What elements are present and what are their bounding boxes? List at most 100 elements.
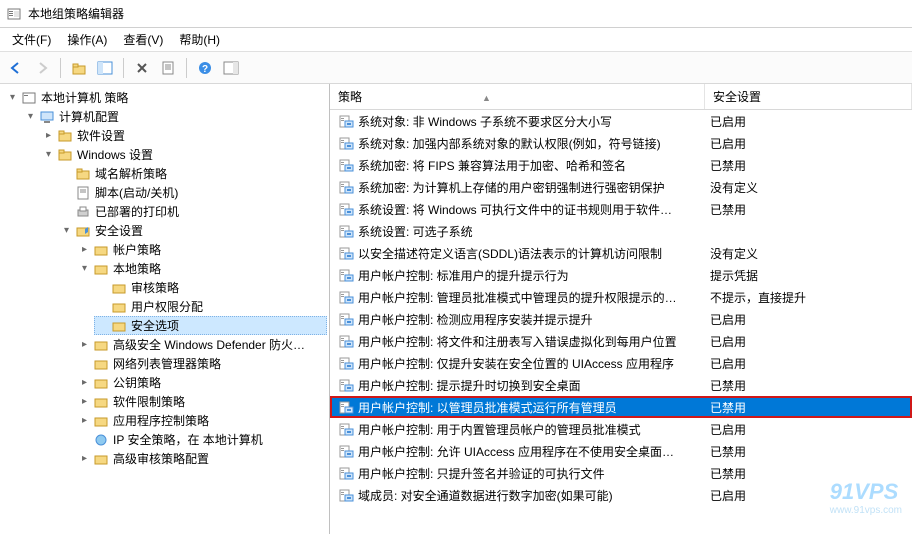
policy-name: 系统加密: 将 FIPS 兼容算法用于加密、哈希和签名 <box>358 157 710 174</box>
tree-windows-settings[interactable]: ▾ Windows 设置 <box>40 145 327 164</box>
menu-action[interactable]: 操作(A) <box>59 29 115 50</box>
menu-bar: 文件(F) 操作(A) 查看(V) 帮助(H) <box>0 28 912 52</box>
column-header-policy[interactable]: 策略▲ <box>330 84 705 109</box>
expand-icon[interactable]: ▾ <box>42 148 55 161</box>
list-row[interactable]: 用户帐户控制: 将文件和注册表写入错误虚拟化到每用户位置已启用 <box>330 330 912 352</box>
svg-text:?: ? <box>202 64 208 75</box>
expand-icon[interactable]: ▾ <box>78 262 91 275</box>
expand-icon[interactable]: ▸ <box>78 414 91 427</box>
expand-icon[interactable]: ▾ <box>6 91 19 104</box>
show-hide-action-pane-button[interactable] <box>219 56 243 80</box>
expand-icon[interactable]: ▾ <box>24 110 37 123</box>
computer-icon <box>39 109 55 125</box>
tree-security-settings[interactable]: ▾安全设置 <box>58 221 327 240</box>
tree-user-rights[interactable]: 用户权限分配 <box>94 297 327 316</box>
expand-icon[interactable]: ▸ <box>78 338 91 351</box>
policy-item-icon <box>338 377 354 393</box>
menu-view[interactable]: 查看(V) <box>115 29 171 50</box>
policy-item-icon <box>338 421 354 437</box>
tree-ipsec[interactable]: IP 安全策略，在 本地计算机 <box>76 430 327 449</box>
list-row[interactable]: 系统对象: 加强内部系统对象的默认权限(例如，符号链接)已启用 <box>330 132 912 154</box>
policy-name: 系统对象: 非 Windows 子系统不要求区分大小写 <box>358 113 710 130</box>
list-row[interactable]: 用户帐户控制: 以管理员批准模式运行所有管理员已禁用 <box>330 396 912 418</box>
help-button[interactable]: ? <box>193 56 217 80</box>
tree-dns-policy[interactable]: 域名解析策略 <box>58 164 327 183</box>
policy-item-icon <box>338 333 354 349</box>
list-pane[interactable]: 策略▲ 安全设置 系统对象: 非 Windows 子系统不要求区分大小写已启用系… <box>330 84 912 534</box>
expand-icon[interactable]: ▸ <box>78 376 91 389</box>
list-row[interactable]: 系统加密: 为计算机上存储的用户密钥强制进行强密钥保护没有定义 <box>330 176 912 198</box>
tree-software-settings[interactable]: ▸ 软件设置 <box>40 126 327 145</box>
tree-local-policy[interactable]: ▾本地策略 <box>76 259 327 278</box>
list-row[interactable]: 系统加密: 将 FIPS 兼容算法用于加密、哈希和签名已禁用 <box>330 154 912 176</box>
policy-value: 已启用 <box>710 311 908 328</box>
policy-value: 已禁用 <box>710 465 908 482</box>
policy-value: 提示凭据 <box>710 267 908 284</box>
tree-root[interactable]: ▾ 本地计算机 策略 <box>4 88 327 107</box>
list-row[interactable]: 系统对象: 非 Windows 子系统不要求区分大小写已启用 <box>330 110 912 132</box>
tree-public-key[interactable]: ▸公钥策略 <box>76 373 327 392</box>
policy-name: 用户帐户控制: 管理员批准模式中管理员的提升权限提示的… <box>358 289 710 306</box>
app-icon <box>6 6 22 22</box>
list-row[interactable]: 用户帐户控制: 只提升签名并验证的可执行文件已禁用 <box>330 462 912 484</box>
policy-name: 系统设置: 将 Windows 可执行文件中的证书规则用于软件… <box>358 201 710 218</box>
list-row[interactable]: 用户帐户控制: 允许 UIAccess 应用程序在不使用安全桌面…已禁用 <box>330 440 912 462</box>
expand-icon[interactable]: ▸ <box>78 395 91 408</box>
policy-name: 系统加密: 为计算机上存储的用户密钥强制进行强密钥保护 <box>358 179 710 196</box>
policy-value: 已启用 <box>710 113 908 130</box>
expand-icon[interactable]: ▸ <box>78 452 91 465</box>
list-row[interactable]: 用户帐户控制: 提示提升时切换到安全桌面已禁用 <box>330 374 912 396</box>
tree-network-list[interactable]: 网络列表管理器策略 <box>76 354 327 373</box>
tree-security-options[interactable]: 安全选项 <box>94 316 327 335</box>
content-area: ▾ 本地计算机 策略 ▾ 计算机配置 ▸ 软件设置 <box>0 84 912 534</box>
tree-advanced-audit[interactable]: ▸ 高级审核策略配置 <box>76 449 327 468</box>
tree-scripts[interactable]: 脚本(启动/关机) <box>58 183 327 202</box>
properties-button[interactable] <box>156 56 180 80</box>
expand-icon[interactable]: ▸ <box>78 243 91 256</box>
tree-software-restriction[interactable]: ▸软件限制策略 <box>76 392 327 411</box>
tree-printers[interactable]: 已部署的打印机 <box>58 202 327 221</box>
tree-app-control[interactable]: ▸应用程序控制策略 <box>76 411 327 430</box>
list-row[interactable]: 系统设置: 可选子系统 <box>330 220 912 242</box>
show-hide-tree-button[interactable] <box>93 56 117 80</box>
tree-defender-firewall[interactable]: ▸高级安全 Windows Defender 防火… <box>76 335 327 354</box>
policy-item-icon <box>338 135 354 151</box>
menu-file[interactable]: 文件(F) <box>4 29 59 50</box>
policy-name: 用户帐户控制: 提示提升时切换到安全桌面 <box>358 377 710 394</box>
tree-label: 高级审核策略配置 <box>113 450 209 467</box>
back-button[interactable] <box>4 56 28 80</box>
policy-name: 用户帐户控制: 以管理员批准模式运行所有管理员 <box>358 399 710 416</box>
tree-label: Windows 设置 <box>77 146 153 163</box>
tree-computer-config[interactable]: ▾ 计算机配置 <box>22 107 327 126</box>
expand-icon[interactable]: ▸ <box>42 129 55 142</box>
tree-account-policy[interactable]: ▸帐户策略 <box>76 240 327 259</box>
window-title: 本地组策略编辑器 <box>28 5 124 22</box>
tree-pane[interactable]: ▾ 本地计算机 策略 ▾ 计算机配置 ▸ 软件设置 <box>0 84 330 534</box>
list-row[interactable]: 用户帐户控制: 仅提升安装在安全位置的 UIAccess 应用程序已启用 <box>330 352 912 374</box>
tree-label: IP 安全策略，在 本地计算机 <box>113 431 263 448</box>
folder-icon <box>93 242 109 258</box>
tree-label: 软件设置 <box>77 127 125 144</box>
forward-button[interactable] <box>30 56 54 80</box>
delete-button[interactable] <box>130 56 154 80</box>
tree-label: 计算机配置 <box>59 108 119 125</box>
list-row[interactable]: 用户帐户控制: 标准用户的提升提示行为提示凭据 <box>330 264 912 286</box>
list-row[interactable]: 域成员: 对安全通道数据进行数字加密(如果可能)已启用 <box>330 484 912 506</box>
list-row[interactable]: 用户帐户控制: 用于内置管理员帐户的管理员批准模式已启用 <box>330 418 912 440</box>
tree-label: 网络列表管理器策略 <box>113 355 221 372</box>
list-row[interactable]: 用户帐户控制: 检测应用程序安装并提示提升已启用 <box>330 308 912 330</box>
column-header-setting[interactable]: 安全设置 <box>705 84 912 109</box>
folder-icon <box>93 451 109 467</box>
up-button[interactable] <box>67 56 91 80</box>
folder-icon <box>57 128 73 144</box>
policy-value: 已禁用 <box>710 201 908 218</box>
expand-icon[interactable]: ▾ <box>60 224 73 237</box>
list-row[interactable]: 用户帐户控制: 管理员批准模式中管理员的提升权限提示的…不提示，直接提升 <box>330 286 912 308</box>
list-row[interactable]: 系统设置: 将 Windows 可执行文件中的证书规则用于软件…已禁用 <box>330 198 912 220</box>
menu-help[interactable]: 帮助(H) <box>171 29 228 50</box>
tree-audit-policy[interactable]: 审核策略 <box>94 278 327 297</box>
list-rows: 系统对象: 非 Windows 子系统不要求区分大小写已启用系统对象: 加强内部… <box>330 110 912 506</box>
tree-label: 安全选项 <box>131 317 179 334</box>
policy-item-icon <box>338 267 354 283</box>
list-row[interactable]: 以安全描述符定义语言(SDDL)语法表示的计算机访问限制没有定义 <box>330 242 912 264</box>
